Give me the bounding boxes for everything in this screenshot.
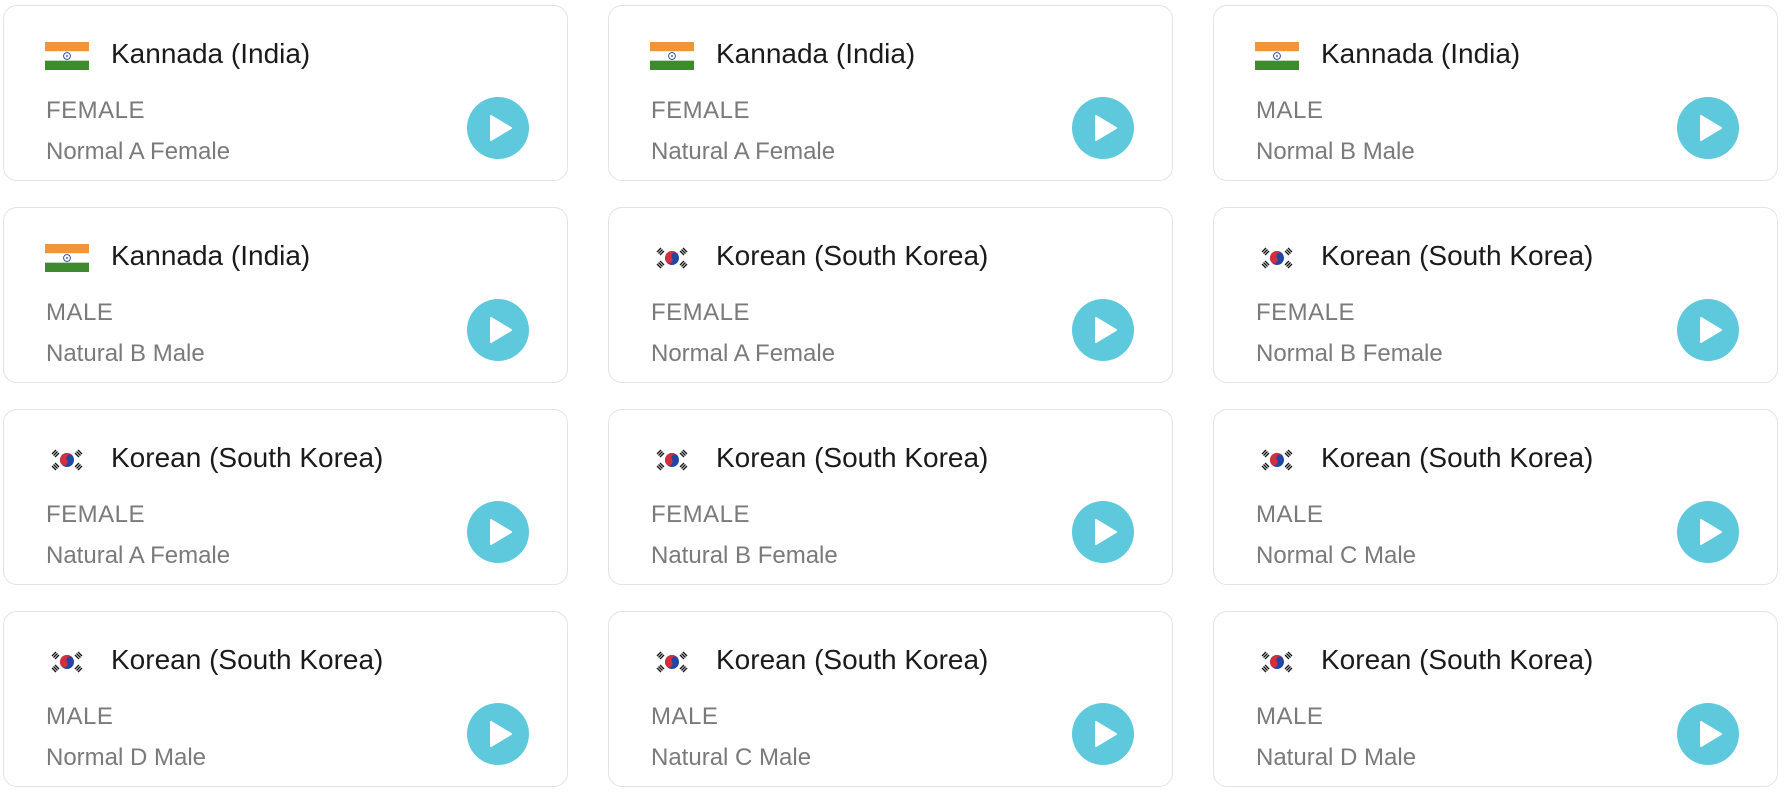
- voice-card-grid: Kannada (India) FEMALE Normal A Female K…: [3, 5, 1778, 787]
- play-button[interactable]: [1072, 97, 1134, 159]
- play-button[interactable]: [1072, 703, 1134, 765]
- voice-gender: MALE: [651, 703, 719, 730]
- voice-name: Normal B Male: [1256, 138, 1415, 165]
- voice-name: Natural B Male: [46, 340, 205, 367]
- play-button[interactable]: [467, 97, 529, 159]
- south-korea-flag-icon: [650, 446, 694, 474]
- voice-card: Korean (South Korea) MALE Normal D Male: [3, 611, 568, 787]
- play-icon: [1677, 501, 1739, 563]
- play-button[interactable]: [467, 299, 529, 361]
- play-icon: [1677, 703, 1739, 765]
- voice-gender: FEMALE: [46, 501, 146, 528]
- voice-language: Korean (South Korea): [1321, 442, 1594, 473]
- play-icon: [467, 299, 529, 361]
- voice-name: Natural D Male: [1256, 744, 1417, 771]
- voice-language: Korean (South Korea): [716, 240, 989, 271]
- play-button[interactable]: [1677, 299, 1739, 361]
- india-flag-icon: [45, 42, 89, 70]
- play-icon: [467, 97, 529, 159]
- play-button[interactable]: [467, 501, 529, 563]
- play-icon: [1677, 97, 1739, 159]
- voice-name: Normal A Female: [46, 138, 231, 165]
- play-button[interactable]: [1677, 501, 1739, 563]
- south-korea-flag-icon: [45, 446, 89, 474]
- voice-language: Korean (South Korea): [1321, 644, 1594, 675]
- voice-card: Kannada (India) MALE Normal B Male: [1213, 5, 1778, 181]
- voice-language: Kannada (India): [111, 240, 311, 271]
- voice-gender: FEMALE: [1256, 299, 1356, 326]
- voice-name: Natural A Female: [46, 542, 231, 569]
- play-icon: [1072, 97, 1134, 159]
- voice-language: Kannada (India): [1321, 38, 1521, 69]
- voice-name: Natural C Male: [651, 744, 812, 771]
- voice-card: Kannada (India) MALE Natural B Male: [3, 207, 568, 383]
- voice-name: Normal C Male: [1256, 542, 1417, 569]
- play-button[interactable]: [1072, 299, 1134, 361]
- voice-card: Korean (South Korea) FEMALE Normal A Fem…: [608, 207, 1173, 383]
- play-button[interactable]: [1677, 703, 1739, 765]
- play-icon: [1072, 703, 1134, 765]
- play-icon: [1677, 299, 1739, 361]
- voice-gender: MALE: [1256, 703, 1324, 730]
- play-button[interactable]: [1072, 501, 1134, 563]
- voice-name: Normal A Female: [651, 340, 836, 367]
- voice-name: Normal B Female: [1256, 340, 1443, 367]
- south-korea-flag-icon: [1255, 244, 1299, 272]
- play-button[interactable]: [1677, 97, 1739, 159]
- south-korea-flag-icon: [1255, 648, 1299, 676]
- voice-card: Korean (South Korea) MALE Natural D Male: [1213, 611, 1778, 787]
- voice-gender: FEMALE: [651, 501, 751, 528]
- voice-language: Korean (South Korea): [111, 644, 384, 675]
- play-icon: [1072, 501, 1134, 563]
- india-flag-icon: [45, 244, 89, 272]
- india-flag-icon: [650, 42, 694, 70]
- voice-language: Korean (South Korea): [111, 442, 384, 473]
- voice-gender: MALE: [1256, 501, 1324, 528]
- voice-language: Kannada (India): [716, 38, 916, 69]
- south-korea-flag-icon: [650, 244, 694, 272]
- voice-name: Normal D Male: [46, 744, 207, 771]
- voice-card: Kannada (India) FEMALE Natural A Female: [608, 5, 1173, 181]
- voice-card: Korean (South Korea) FEMALE Normal B Fem…: [1213, 207, 1778, 383]
- voice-language: Kannada (India): [111, 38, 311, 69]
- voice-card: Korean (South Korea) MALE Natural C Male: [608, 611, 1173, 787]
- voice-gender: FEMALE: [651, 97, 751, 124]
- voice-gender: FEMALE: [46, 97, 146, 124]
- voice-language: Korean (South Korea): [716, 442, 989, 473]
- voice-language: Korean (South Korea): [1321, 240, 1594, 271]
- voice-card: Korean (South Korea) FEMALE Natural B Fe…: [608, 409, 1173, 585]
- india-flag-icon: [1255, 42, 1299, 70]
- voice-card: Kannada (India) FEMALE Normal A Female: [3, 5, 568, 181]
- voice-gender: MALE: [46, 299, 114, 326]
- play-icon: [467, 703, 529, 765]
- voice-gender: FEMALE: [651, 299, 751, 326]
- voice-name: Natural A Female: [651, 138, 836, 165]
- voice-card: Korean (South Korea) FEMALE Natural A Fe…: [3, 409, 568, 585]
- south-korea-flag-icon: [650, 648, 694, 676]
- play-icon: [467, 501, 529, 563]
- voice-gender: MALE: [46, 703, 114, 730]
- voice-language: Korean (South Korea): [716, 644, 989, 675]
- voice-card: Korean (South Korea) MALE Normal C Male: [1213, 409, 1778, 585]
- play-icon: [1072, 299, 1134, 361]
- south-korea-flag-icon: [1255, 446, 1299, 474]
- voice-gender: MALE: [1256, 97, 1324, 124]
- south-korea-flag-icon: [45, 648, 89, 676]
- voice-name: Natural B Female: [651, 542, 838, 569]
- play-button[interactable]: [467, 703, 529, 765]
